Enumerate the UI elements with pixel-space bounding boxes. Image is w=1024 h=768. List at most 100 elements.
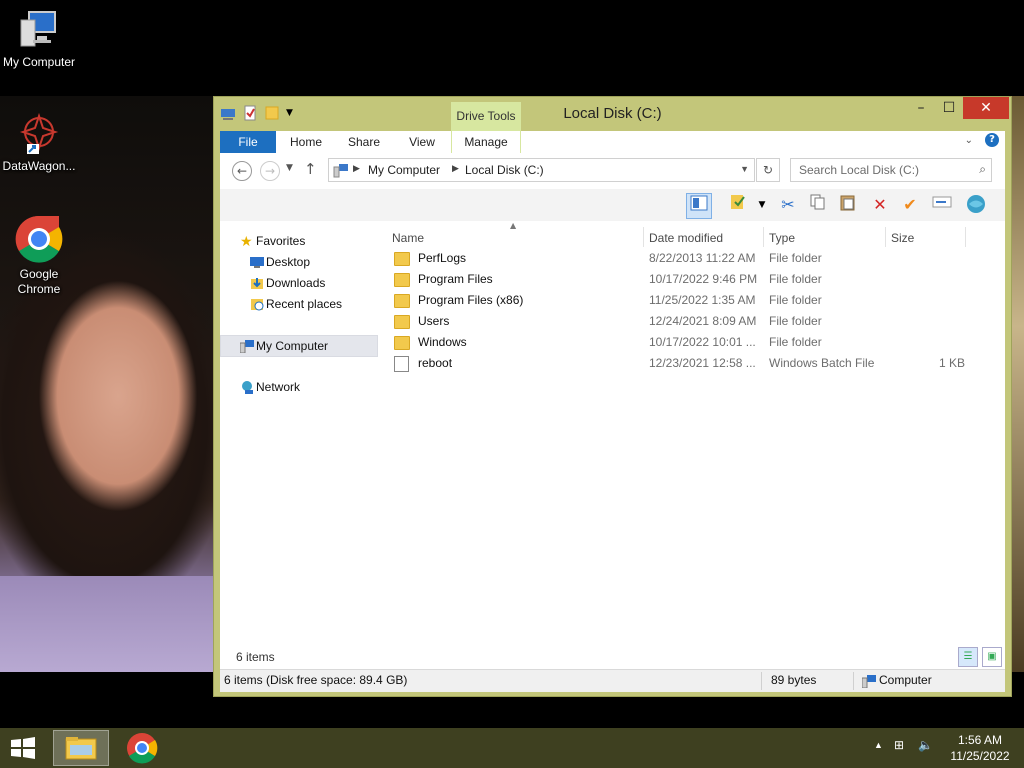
properties-icon[interactable]	[726, 193, 750, 217]
tab-home[interactable]: Home	[286, 131, 326, 153]
nav-favorites[interactable]: ★ Favorites	[220, 231, 376, 251]
column-header-date[interactable]: Date modified	[649, 229, 723, 247]
nav-downloads[interactable]: Downloads	[220, 273, 376, 293]
forward-icon[interactable]: →	[260, 161, 280, 181]
close-button[interactable]: ✕	[963, 97, 1009, 119]
selection-size: 89 bytes	[771, 673, 817, 687]
file-explorer-icon	[65, 737, 97, 760]
minimize-button[interactable]: –	[907, 97, 935, 119]
table-row[interactable]: Program Files 10/17/2022 9:46 PM File fo…	[392, 269, 992, 290]
refresh-icon[interactable]: ↻	[756, 158, 780, 182]
network-globe-icon[interactable]	[964, 193, 988, 217]
taskbar-chrome[interactable]	[115, 730, 171, 766]
taskbar-file-explorer[interactable]	[53, 730, 109, 766]
nav-recent-places[interactable]: Recent places	[220, 294, 376, 314]
folder-icon	[394, 315, 410, 329]
search-icon[interactable]: ⌕	[979, 162, 986, 177]
file-type: Windows Batch File	[769, 356, 875, 370]
nav-network[interactable]: Network	[220, 377, 376, 397]
item-count: 6 items	[236, 650, 275, 664]
desktop-icon-datawagon[interactable]: DataWagon...	[0, 110, 78, 174]
details-view-icon[interactable]: ☰	[958, 647, 978, 667]
nav-favorites-label: Favorites	[256, 234, 306, 248]
tray-clock-date[interactable]: 11/25/2022	[944, 749, 1016, 763]
nav-desktop-label: Desktop	[266, 255, 311, 269]
help-icon[interactable]: ?	[985, 133, 999, 147]
file-size	[891, 248, 965, 269]
cut-icon[interactable]: ✂	[776, 193, 800, 217]
recent-locations-icon[interactable]: ▼	[286, 163, 293, 173]
properties-dropdown-icon[interactable]: ▼	[750, 193, 774, 217]
address-bar[interactable]: ▶ My Computer ▶ Local Disk (C:) ▼	[328, 158, 755, 182]
file-date: 10/17/2022 10:01 ...	[649, 335, 756, 349]
tab-file[interactable]: File	[220, 131, 276, 153]
folder-icon	[394, 294, 410, 308]
windows-start-icon[interactable]	[8, 736, 38, 760]
large-icons-view-icon[interactable]: ▣	[982, 647, 1002, 667]
desktop-icon-my-computer[interactable]: My Computer	[0, 6, 78, 70]
table-row[interactable]: reboot 12/23/2021 12:58 ... Windows Batc…	[392, 353, 992, 374]
tab-view[interactable]: View	[402, 131, 442, 153]
details-divider	[853, 672, 854, 690]
tab-manage[interactable]: Manage	[451, 131, 521, 153]
nav-downloads-label: Downloads	[266, 276, 326, 290]
breadcrumb-local-disk[interactable]: Local Disk (C:)	[465, 163, 544, 177]
nav-desktop[interactable]: Desktop	[220, 252, 376, 272]
desktop-icon-chrome[interactable]: Google Chrome	[0, 214, 78, 297]
table-row[interactable]: Program Files (x86) 11/25/2022 1:35 AM F…	[392, 290, 992, 311]
address-dropdown-icon[interactable]: ▼	[740, 164, 749, 174]
column-header-size[interactable]: Size	[891, 229, 914, 247]
explorer-window: ▼ Drive Tools Local Disk (C:) – ☐ ✕ File…	[213, 96, 1012, 697]
paste-icon[interactable]	[836, 193, 860, 217]
back-icon[interactable]: ←	[232, 161, 252, 181]
breadcrumb-separator-icon[interactable]: ▶	[353, 163, 360, 174]
file-date: 12/24/2021 8:09 AM	[649, 314, 757, 328]
copy-icon[interactable]	[806, 193, 830, 217]
desktop-icon-label: Google Chrome	[17, 267, 61, 296]
file-size	[891, 332, 965, 353]
rename-icon[interactable]: ✔	[898, 193, 922, 217]
delete-icon[interactable]: ✕	[868, 193, 892, 217]
column-divider[interactable]	[643, 227, 644, 247]
preview-pane-icon[interactable]	[686, 193, 712, 219]
expand-ribbon-icon[interactable]: ⌄	[965, 135, 973, 146]
search-box[interactable]: ⌕	[790, 158, 992, 182]
column-divider[interactable]	[965, 227, 966, 247]
file-date: 10/17/2022 9:46 PM	[649, 272, 758, 286]
table-row[interactable]: Windows 10/17/2022 10:01 ... File folder	[392, 332, 992, 353]
details-divider	[761, 672, 762, 690]
file-size	[891, 311, 965, 332]
up-icon[interactable]: ↑	[304, 160, 317, 178]
star-icon: ★	[240, 233, 253, 249]
column-divider[interactable]	[885, 227, 886, 247]
volume-icon[interactable]: 🔈	[918, 738, 933, 752]
column-header-type[interactable]: Type	[769, 229, 795, 247]
maximize-button[interactable]: ☐	[935, 97, 963, 119]
title-bar[interactable]: ▼ Drive Tools Local Disk (C:) – ☐ ✕	[214, 97, 1011, 131]
navigation-pane: ★ Favorites Desktop Downloads Recent pla…	[220, 221, 380, 645]
details-bar: 6 items (Disk free space: 89.4 GB) 89 by…	[220, 669, 1005, 692]
select-icon[interactable]	[930, 193, 954, 217]
table-row[interactable]: Users 12/24/2021 8:09 AM File folder	[392, 311, 992, 332]
nav-my-computer[interactable]: My Computer	[220, 335, 378, 357]
tab-share[interactable]: Share	[344, 131, 384, 153]
file-size	[891, 290, 965, 311]
file-name: Program Files (x86)	[418, 293, 524, 307]
breadcrumb-my-computer[interactable]: My Computer	[368, 163, 440, 177]
column-header-name[interactable]: Name	[392, 229, 424, 247]
datawagon-icon	[19, 112, 59, 154]
breadcrumb-separator-icon[interactable]: ▶	[452, 163, 459, 174]
table-row[interactable]: PerfLogs 8/22/2013 11:22 AM File folder	[392, 248, 992, 269]
file-date: 8/22/2013 11:22 AM	[649, 251, 756, 265]
file-name: Program Files	[418, 272, 493, 286]
search-input[interactable]	[797, 160, 971, 180]
tray-clock-time[interactable]: 1:56 AM	[944, 733, 1016, 747]
file-name: Users	[418, 314, 450, 328]
file-date: 11/25/2022 1:35 AM	[649, 293, 756, 307]
show-hidden-icons-icon[interactable]: ▲	[874, 740, 883, 750]
column-divider[interactable]	[763, 227, 764, 247]
file-type: File folder	[769, 293, 822, 307]
location-zone: Computer	[879, 673, 932, 687]
network-tray-icon[interactable]: ⊞	[894, 738, 904, 752]
downloads-icon	[251, 278, 263, 289]
